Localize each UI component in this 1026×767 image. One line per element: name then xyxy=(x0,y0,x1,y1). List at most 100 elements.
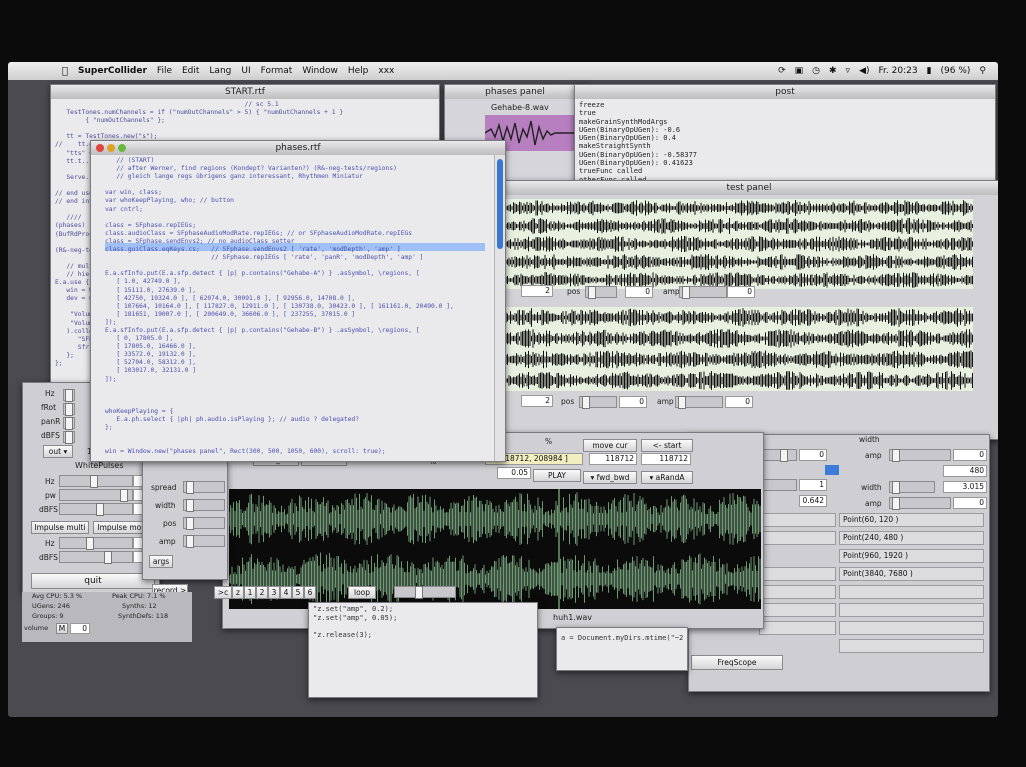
test-row2-amp-value[interactable]: 0 xyxy=(725,396,753,408)
phases-panel-titlebar[interactable]: phases panel xyxy=(445,85,585,99)
time-machine-icon[interactable]: ◷ xyxy=(812,66,820,76)
menu-file[interactable]: File xyxy=(157,66,172,76)
point-4[interactable]: Point(3840, 7680 ) xyxy=(839,567,984,581)
right-480-value[interactable]: 480 xyxy=(943,465,987,477)
freqscope-button[interactable]: FreqScope xyxy=(691,655,783,670)
right-amp2-value[interactable]: 0 xyxy=(953,497,987,509)
rand-dropdown[interactable]: ▾ aRandA xyxy=(641,471,693,484)
menu-app-name[interactable]: SuperCollider xyxy=(78,66,147,76)
left-point-3[interactable] xyxy=(759,567,836,581)
point-empty-4[interactable] xyxy=(839,639,984,653)
zoom-icon[interactable] xyxy=(118,144,126,152)
loop-button[interactable]: loop xyxy=(348,586,376,599)
menu-lang[interactable]: Lang xyxy=(209,66,231,76)
phases-rtf-titlebar[interactable]: phases.rtf xyxy=(91,141,505,155)
right-width-slider[interactable] xyxy=(889,481,935,494)
right-active-indicator[interactable] xyxy=(825,465,839,475)
mute-button[interactable]: M xyxy=(56,623,68,634)
player-val2[interactable]: 118712 xyxy=(641,453,691,465)
left-point-5[interactable] xyxy=(759,603,836,617)
apple-icon[interactable]:  xyxy=(62,66,68,77)
right-amp2-slider[interactable] xyxy=(889,497,951,510)
mid-width-slider[interactable] xyxy=(183,499,225,512)
start-rtf-titlebar[interactable]: START.rtf xyxy=(51,85,439,99)
player-val1[interactable]: 118712 xyxy=(589,453,637,465)
left-hz-slider[interactable] xyxy=(63,389,75,402)
left-frot-slider[interactable] xyxy=(63,403,75,416)
pager-btn-4[interactable]: 4 xyxy=(280,586,292,599)
test-row2-field[interactable]: 2 xyxy=(521,395,553,407)
right-amp-slider[interactable] xyxy=(889,449,951,462)
left-panr-slider[interactable] xyxy=(63,417,75,430)
left-point-1[interactable] xyxy=(759,513,836,527)
pulse-pw-slider[interactable] xyxy=(59,489,133,502)
editor-scroll-thumb[interactable] xyxy=(497,159,503,249)
right-spread-value[interactable]: 1 xyxy=(799,479,827,491)
left-point-4[interactable] xyxy=(759,585,836,599)
menu-ui[interactable]: UI xyxy=(241,66,250,76)
pager-btn-6[interactable]: 6 xyxy=(304,586,316,599)
spotlight-icon[interactable]: ⚲ xyxy=(979,66,986,76)
impulse-dbfs-slider[interactable] xyxy=(59,551,133,564)
minimize-icon[interactable] xyxy=(107,144,115,152)
pager-btn-3[interactable]: 3 xyxy=(268,586,280,599)
post-titlebar[interactable]: post xyxy=(575,85,995,99)
menu-help[interactable]: Help xyxy=(348,66,369,76)
document-code-window[interactable]: a = Document.myDirs.mtime("~2 xyxy=(556,627,688,671)
phases-code-text[interactable]: // (START) // after Werner, find regions… xyxy=(91,155,505,458)
impulse-hz-slider[interactable] xyxy=(59,537,133,550)
document-code-text[interactable]: a = Document.myDirs.mtime("~2 xyxy=(557,628,687,644)
mode-dropdown[interactable]: ▾ fwd_bwd xyxy=(583,471,637,484)
post-output[interactable]: freeze true makeGrainSynthModArgs UGen(B… xyxy=(575,99,995,185)
sync-icon[interactable]: ⟳ xyxy=(778,66,786,76)
bluetooth-icon[interactable]: ✱ xyxy=(829,66,837,76)
args-button[interactable]: args xyxy=(149,555,173,568)
phases-rtf-window[interactable]: phases.rtf // (START) // after Werner, f… xyxy=(90,140,506,462)
test-row1-pos-value[interactable]: 0 xyxy=(625,286,653,298)
bottom-code-window[interactable]: "z.set("amp", 0.2); "z.set("amp", 0.05);… xyxy=(308,602,538,698)
test-row1-amp-slider[interactable] xyxy=(679,286,727,299)
menu-xxx[interactable]: xxx xyxy=(378,66,394,76)
menu-format[interactable]: Format xyxy=(261,66,293,76)
display-icon[interactable]: ▣ xyxy=(795,66,804,76)
right-0642-value[interactable]: 0.642 xyxy=(799,495,827,507)
editor-scrollbar[interactable] xyxy=(494,155,505,461)
pager-btn-2[interactable]: 2 xyxy=(256,586,268,599)
menu-window[interactable]: Window xyxy=(302,66,338,76)
close-icon[interactable] xyxy=(96,144,104,152)
volume-icon[interactable]: ◀) xyxy=(859,66,869,76)
bottom-code-text[interactable]: "z.set("amp", 0.2); "z.set("amp", 0.05);… xyxy=(309,603,537,641)
right-width-value[interactable]: 3.015 xyxy=(943,481,987,493)
left-point-6[interactable] xyxy=(759,621,836,635)
mid-amp-slider[interactable] xyxy=(183,535,225,548)
test-waveform-bottom[interactable] xyxy=(502,307,973,391)
pager-slider[interactable] xyxy=(394,586,456,599)
quit-button[interactable]: quit xyxy=(31,573,155,589)
left-point-2[interactable] xyxy=(759,531,836,545)
point-1[interactable]: Point(60, 120 ) xyxy=(839,513,984,527)
step-field[interactable]: 0.05 xyxy=(497,467,531,479)
right-amp-value[interactable]: 0 xyxy=(953,449,987,461)
clock[interactable]: Fr. 20:23 xyxy=(879,66,918,76)
volume-value[interactable]: 0 xyxy=(70,623,90,634)
pager-btn-z[interactable]: z xyxy=(232,586,244,599)
point-3[interactable]: Point(960, 1920 ) xyxy=(839,549,984,563)
pulse-dbfs-slider[interactable] xyxy=(59,503,133,516)
move-cur-button[interactable]: move cur xyxy=(583,439,637,452)
pulse-hz-slider[interactable] xyxy=(59,475,133,488)
start-button[interactable]: <- start xyxy=(641,439,693,452)
mid-spread-slider[interactable] xyxy=(183,481,225,494)
mid-pos-slider[interactable] xyxy=(183,517,225,530)
test-row1-amp-value[interactable]: 0 xyxy=(727,286,755,298)
left-dbfs-slider[interactable] xyxy=(63,431,75,444)
play-button[interactable]: PLAY xyxy=(533,469,581,482)
test-row2-pos-value[interactable]: 0 xyxy=(619,396,647,408)
post-window[interactable]: post freeze true makeGrainSynthModArgs U… xyxy=(574,84,996,186)
battery-icon[interactable]: ▮ xyxy=(927,66,932,76)
right-pos-value[interactable]: 0 xyxy=(799,449,827,461)
test-waveform-top[interactable] xyxy=(502,199,973,289)
test-row2-amp-slider[interactable] xyxy=(675,396,723,409)
point-2[interactable]: Point(240, 480 ) xyxy=(839,531,984,545)
point-empty-1[interactable] xyxy=(839,585,984,599)
impulse-multi-button[interactable]: Impulse multi xyxy=(31,521,89,534)
